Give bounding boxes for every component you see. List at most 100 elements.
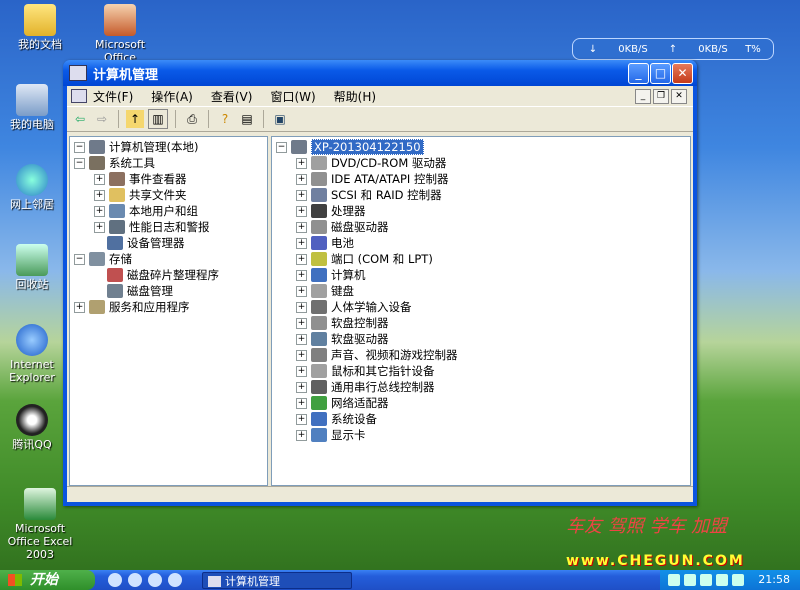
menu-view[interactable]: 查看(V): [211, 88, 253, 105]
quick-launch-media-icon[interactable]: [168, 573, 182, 587]
tree-pane[interactable]: − 计算机管理(本地) − 系统工具 + 事件查看器 + 共享文件夹 + 本地用户和组 +…: [69, 136, 268, 486]
device-category[interactable]: + 端口 (COM 和 LPT): [296, 251, 433, 267]
device-category[interactable]: + 系统设备: [296, 411, 377, 427]
device-category[interactable]: + 磁盘驱动器: [296, 219, 389, 235]
device-category[interactable]: + 显示卡: [296, 427, 366, 443]
device-category[interactable]: + IDE ATA/ATAPI 控制器: [296, 171, 448, 187]
window-titlebar[interactable]: 计算机管理: [63, 60, 697, 86]
back-arrow-icon[interactable]: ⇦: [71, 110, 89, 128]
expand-icon[interactable]: +: [94, 173, 105, 185]
tree-node-device-manager[interactable]: 设备管理器: [107, 235, 185, 251]
desktop-icon-my-computer[interactable]: 我的电脑: [0, 84, 64, 131]
quick-launch-ie-icon[interactable]: [108, 573, 122, 587]
expand-icon[interactable]: +: [296, 189, 307, 201]
device-category[interactable]: + 鼠标和其它指针设备: [296, 363, 435, 379]
up-folder-icon[interactable]: ↑: [126, 110, 144, 128]
properties-icon[interactable]: ▤: [238, 110, 256, 128]
minimize-button[interactable]: _: [628, 63, 649, 84]
maximize-button[interactable]: □: [650, 63, 671, 84]
tree-node-storage[interactable]: − 存储: [74, 251, 132, 267]
device-pane[interactable]: − XP-201304122150 + DVD/CD-ROM 驱动器 + IDE ATA…: [271, 136, 691, 486]
mdi-restore-button[interactable]: ❐: [653, 89, 669, 104]
collapse-icon[interactable]: −: [74, 157, 85, 169]
device-category[interactable]: + DVD/CD-ROM 驱动器: [296, 155, 446, 171]
desktop-icon-network[interactable]: 网上邻居: [0, 164, 64, 211]
print-icon[interactable]: ⎙: [183, 110, 201, 128]
tree-node-system-tools[interactable]: − 系统工具: [74, 155, 155, 171]
menu-action[interactable]: 操作(A): [151, 88, 193, 105]
expand-icon[interactable]: +: [296, 221, 307, 233]
tree-node-shared-folders[interactable]: + 共享文件夹: [94, 187, 187, 203]
device-category[interactable]: + 声音、视频和游戏控制器: [296, 347, 458, 363]
desktop-icon-office[interactable]: Microsoft Office: [80, 4, 160, 64]
expand-icon[interactable]: +: [296, 365, 307, 377]
device-root-node[interactable]: − XP-201304122150: [276, 139, 424, 155]
device-category[interactable]: + 计算机: [296, 267, 366, 283]
mdi-minimize-button[interactable]: _: [635, 89, 651, 104]
expand-icon[interactable]: +: [296, 237, 307, 249]
forward-arrow-icon[interactable]: ⇨: [93, 110, 111, 128]
device-category[interactable]: + 电池: [296, 235, 354, 251]
menu-window[interactable]: 窗口(W): [270, 88, 315, 105]
device-category[interactable]: + 人体学输入设备: [296, 299, 412, 315]
desktop-icon-ie[interactable]: Internet Explorer: [0, 324, 64, 384]
tree-node-root[interactable]: − 计算机管理(本地): [74, 139, 198, 155]
expand-icon[interactable]: +: [296, 413, 307, 425]
device-category[interactable]: + SCSI 和 RAID 控制器: [296, 187, 442, 203]
volume-icon[interactable]: [700, 574, 712, 586]
tree-node-disk-management[interactable]: 磁盘管理: [107, 283, 173, 299]
expand-icon[interactable]: +: [296, 205, 307, 217]
expand-icon[interactable]: +: [94, 205, 105, 217]
shield-icon[interactable]: [668, 574, 680, 586]
expand-icon[interactable]: +: [296, 317, 307, 329]
desktop-icon-my-documents[interactable]: 我的文档: [0, 4, 80, 51]
collapse-icon[interactable]: −: [74, 141, 85, 153]
quick-launch-browser-icon[interactable]: [128, 573, 142, 587]
expand-icon[interactable]: +: [296, 269, 307, 281]
expand-icon[interactable]: +: [296, 253, 307, 265]
expand-icon[interactable]: +: [296, 301, 307, 313]
menu-file[interactable]: 文件(F): [93, 88, 133, 105]
tree-node-performance-logs[interactable]: + 性能日志和警报: [94, 219, 210, 235]
expand-icon[interactable]: +: [296, 397, 307, 409]
expand-icon[interactable]: +: [94, 189, 105, 201]
expand-icon[interactable]: +: [296, 173, 307, 185]
close-button[interactable]: ✕: [672, 63, 693, 84]
mmc-doc-icon[interactable]: [71, 89, 87, 103]
tree-node-defrag[interactable]: 磁盘碎片整理程序: [107, 267, 219, 283]
desktop-icon-qq[interactable]: 腾讯QQ: [0, 404, 64, 451]
start-button[interactable]: 开始: [0, 570, 95, 590]
expand-icon[interactable]: +: [296, 285, 307, 297]
collapse-icon[interactable]: −: [276, 141, 287, 153]
show-hide-tree-icon[interactable]: ▥: [148, 109, 168, 129]
scan-hardware-icon[interactable]: ▣: [271, 110, 289, 128]
expand-icon[interactable]: +: [296, 349, 307, 361]
expand-icon[interactable]: +: [296, 333, 307, 345]
device-category[interactable]: + 通用串行总线控制器: [296, 379, 435, 395]
device-category[interactable]: + 处理器: [296, 203, 366, 219]
quick-launch-desktop-icon[interactable]: [148, 573, 162, 587]
network-icon[interactable]: [684, 574, 696, 586]
menu-help[interactable]: 帮助(H): [334, 88, 376, 105]
security-icon[interactable]: [732, 574, 744, 586]
taskbar-button-computer-management[interactable]: 计算机管理: [202, 572, 352, 589]
device-category[interactable]: + 网络适配器: [296, 395, 389, 411]
collapse-icon[interactable]: −: [74, 253, 85, 265]
device-category[interactable]: + 键盘: [296, 283, 354, 299]
device-category[interactable]: + 软盘控制器: [296, 315, 389, 331]
expand-icon[interactable]: +: [296, 381, 307, 393]
tree-node-event-viewer[interactable]: + 事件查看器: [94, 171, 187, 187]
watermark: www.CHEGUN.COM: [566, 553, 745, 569]
mdi-close-button[interactable]: ✕: [671, 89, 687, 104]
network-speed-meter[interactable]: ↓ 0KB/S ↑ 0KB/S T%: [572, 38, 774, 60]
help-icon[interactable]: ?: [216, 110, 234, 128]
device-category[interactable]: + 软盘驱动器: [296, 331, 389, 347]
expand-icon[interactable]: +: [296, 157, 307, 169]
expand-icon[interactable]: +: [94, 221, 105, 233]
expand-icon[interactable]: +: [74, 301, 85, 313]
qq-icon[interactable]: [716, 574, 728, 586]
tree-node-local-users[interactable]: + 本地用户和组: [94, 203, 198, 219]
desktop-icon-recycle-bin[interactable]: 回收站: [0, 244, 64, 291]
expand-icon[interactable]: +: [296, 429, 307, 441]
tree-node-services-apps[interactable]: + 服务和应用程序: [74, 299, 190, 315]
